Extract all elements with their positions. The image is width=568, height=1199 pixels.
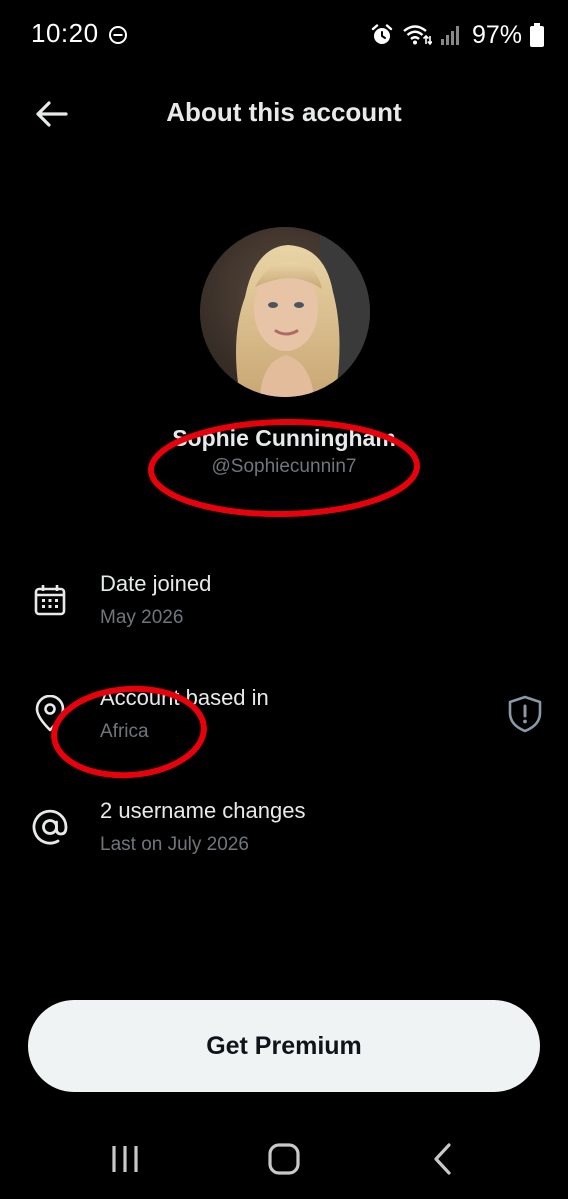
home-button[interactable] bbox=[259, 1134, 309, 1184]
back-icon bbox=[434, 1143, 451, 1175]
signal-icon bbox=[440, 26, 459, 45]
username-handle: @Sophiecunnin7 bbox=[211, 456, 357, 477]
calendar-icon bbox=[30, 580, 70, 620]
at-sign-icon bbox=[30, 807, 70, 847]
recent-apps-button[interactable] bbox=[100, 1134, 150, 1184]
battery-percent: 97% bbox=[471, 20, 522, 49]
date-joined-row: Date joined May 2026 bbox=[0, 562, 568, 642]
location-pin-icon bbox=[30, 694, 70, 734]
home-icon bbox=[268, 1143, 300, 1175]
navigation-bar bbox=[0, 1120, 568, 1199]
get-premium-button[interactable]: Get Premium bbox=[28, 1000, 540, 1092]
display-name: Sophie Cunningham bbox=[172, 425, 396, 451]
status-time: 10:20 bbox=[31, 18, 99, 48]
avatar[interactable] bbox=[200, 227, 370, 397]
status-bar: 10:20 97% bbox=[0, 0, 568, 70]
page-title: About this account bbox=[166, 97, 402, 127]
username-changes-row: 2 username changes Last on July 2026 bbox=[0, 789, 568, 869]
profile-photo bbox=[200, 227, 370, 397]
account-based-in-label: Account based in bbox=[100, 685, 269, 710]
account-based-in-value: Africa bbox=[100, 721, 149, 742]
username-changes-label: 2 username changes bbox=[100, 798, 306, 823]
status-icons: 97% bbox=[370, 20, 544, 50]
username-changes-value: Last on July 2026 bbox=[100, 834, 249, 855]
date-joined-value: May 2026 bbox=[100, 607, 184, 628]
battery-icon bbox=[530, 23, 544, 47]
do-not-disturb-icon bbox=[109, 26, 127, 44]
alarm-icon bbox=[371, 24, 393, 44]
recent-apps-icon bbox=[112, 1146, 138, 1172]
wifi-icon bbox=[403, 25, 432, 46]
nav-back-button[interactable] bbox=[418, 1134, 468, 1184]
account-based-in-row: Account based in Africa bbox=[0, 676, 568, 756]
shield-icon[interactable] bbox=[506, 694, 544, 734]
date-joined-label: Date joined bbox=[100, 571, 212, 596]
header: About this account bbox=[0, 78, 568, 148]
